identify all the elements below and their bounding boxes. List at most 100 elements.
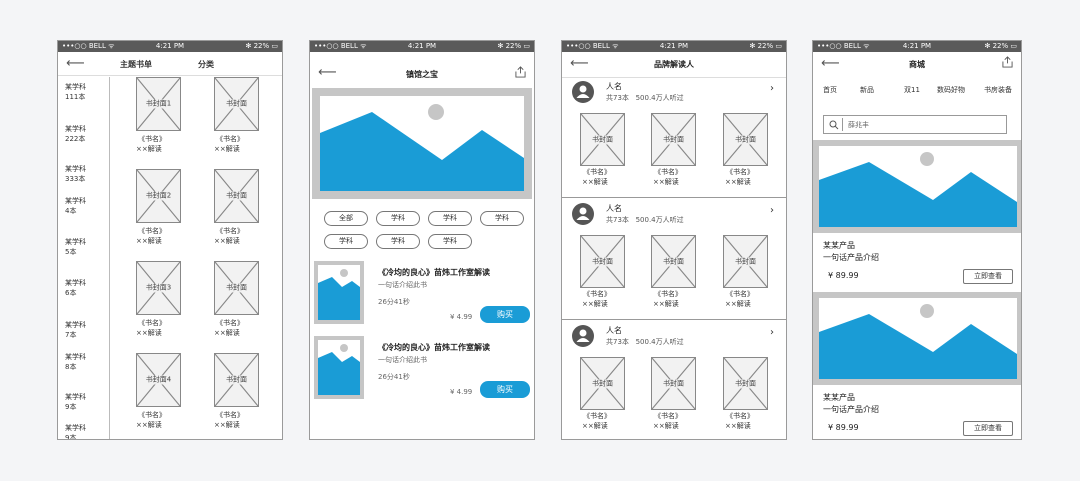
view-now-button[interactable]: 立即查看	[963, 269, 1013, 284]
product-thumbnail[interactable]	[314, 336, 364, 399]
screen-theme-booklist: •••○○ BELL ᯤ 4:21 PM ✻ 22% ▭ ⟵ 主题书单 分类 某…	[57, 40, 283, 440]
cover-label: 书封面	[652, 257, 695, 266]
filter-all[interactable]: 全部	[324, 211, 368, 226]
status-bar: •••○○ BELL ᯤ 4:21 PM ✻ 22% ▭	[310, 41, 534, 52]
subject-item[interactable]: 某学科 7本	[65, 320, 86, 340]
screen-brand-readers: •••○○ BELL ᯤ 4:21 PM ✻ 22% ▭ ⟵ 品牌解读人 人名共…	[561, 40, 787, 440]
subject-item[interactable]: 某学科 111本	[65, 82, 86, 102]
subject-count: 222本	[65, 135, 86, 143]
subject-count: 9本	[65, 434, 77, 440]
book-name: 《书名》	[654, 290, 682, 298]
book-name: 《书名》	[654, 412, 682, 420]
book-cover-placeholder[interactable]: 书封面	[723, 235, 768, 288]
subject-item[interactable]: 某学科 4本	[65, 196, 86, 216]
book-cover-placeholder[interactable]: 书封面	[214, 77, 259, 131]
book-cover-placeholder[interactable]: 书封面	[214, 353, 259, 407]
search-box[interactable]: 薛兆丰	[823, 115, 1007, 134]
buy-button[interactable]: 购买	[480, 306, 530, 323]
book-name: 《书名》	[216, 411, 244, 419]
subject-name: 某学科	[65, 393, 86, 401]
reader-name[interactable]: 人名	[606, 203, 622, 214]
product-image[interactable]	[813, 140, 1021, 233]
product-title[interactable]: 《冷均的良心》苗炜工作室解读	[378, 267, 490, 278]
chevron-right-icon[interactable]: ›	[770, 327, 774, 338]
book-cover-placeholder[interactable]: 书封面	[214, 169, 259, 223]
avatar-icon[interactable]	[572, 325, 594, 347]
book-name: 《书名》	[726, 168, 754, 176]
book-cover-placeholder[interactable]: 书封面	[723, 113, 768, 166]
subject-item[interactable]: 某学科 9本	[65, 423, 86, 440]
search-input[interactable]: 薛兆丰	[848, 120, 869, 130]
filter-subject[interactable]: 学科	[428, 211, 472, 226]
status-bar: •••○○ BELL ᯤ 4:21 PM ✻ 22% ▭	[58, 41, 282, 52]
book-cover-placeholder[interactable]: 书封面3	[136, 261, 181, 315]
tab-item[interactable]: 数码好物	[937, 85, 965, 95]
subject-name: 某学科	[65, 125, 86, 133]
page-title: 主题书单	[120, 60, 152, 69]
subject-count: 9本	[65, 403, 77, 411]
subject-name: 某学科	[65, 321, 86, 329]
book-cover-placeholder[interactable]: 书封面	[580, 113, 625, 166]
avatar-icon[interactable]	[572, 203, 594, 225]
subject-item[interactable]: 某学科 5本	[65, 237, 86, 257]
product-name[interactable]: 某某产品	[823, 240, 855, 251]
book-cover-placeholder[interactable]: 书封面2	[136, 169, 181, 223]
reader-name[interactable]: 人名	[606, 81, 622, 92]
book-cover-placeholder[interactable]: 书封面4	[136, 353, 181, 407]
tab-item[interactable]: 首页	[823, 85, 837, 95]
book-cover-placeholder[interactable]: 书封面	[651, 113, 696, 166]
subject-item[interactable]: 某学科 6本	[65, 278, 86, 298]
cover-label: 书封面	[581, 135, 624, 144]
filter-subject[interactable]: 学科	[480, 211, 524, 226]
product-title[interactable]: 《冷均的良心》苗炜工作室解读	[378, 342, 490, 353]
product-thumbnail[interactable]	[314, 261, 364, 324]
book-read-count: ××解读	[725, 422, 751, 430]
product-price: ¥ 89.99	[828, 423, 859, 432]
subject-count: 4本	[65, 207, 77, 215]
subject-name: 某学科	[65, 165, 86, 173]
reader-name[interactable]: 人名	[606, 325, 622, 336]
book-cover-placeholder[interactable]: 书封面1	[136, 77, 181, 131]
subject-count: 6本	[65, 289, 77, 297]
tab-category[interactable]: 分类	[198, 59, 214, 70]
book-cover-placeholder[interactable]: 书封面	[214, 261, 259, 315]
filter-subject[interactable]: 学科	[428, 234, 472, 249]
subject-item[interactable]: 某学科 333本	[65, 164, 86, 184]
reader-section: 人名 共73本 500.4万人听过 › 书封面 《书名》 ××解读 书封面 《书名》 ××解读 书…	[562, 77, 786, 198]
share-icon[interactable]	[515, 66, 526, 78]
product-name[interactable]: 某某产品	[823, 392, 855, 403]
filter-subject[interactable]: 学科	[376, 211, 420, 226]
buy-button[interactable]: 购买	[480, 381, 530, 398]
chevron-right-icon[interactable]: ›	[770, 83, 774, 94]
book-read-count: ××解读	[136, 329, 162, 337]
share-icon[interactable]	[1002, 56, 1013, 68]
book-cover-placeholder[interactable]: 书封面	[651, 235, 696, 288]
avatar-icon[interactable]	[572, 81, 594, 103]
book-read-count: ××解读	[136, 237, 162, 245]
product-image[interactable]	[813, 292, 1021, 385]
book-cover-placeholder[interactable]: 书封面	[723, 357, 768, 410]
tab-item[interactable]: 书房装备	[984, 85, 1012, 95]
search-icon	[829, 120, 839, 130]
book-cover-placeholder[interactable]: 书封面	[580, 235, 625, 288]
product-price: ¥ 89.99	[828, 271, 859, 280]
page-title: 商城	[909, 60, 925, 69]
back-arrow-icon[interactable]: ⟵	[66, 57, 85, 70]
subject-item[interactable]: 某学科 9本	[65, 392, 86, 412]
hero-banner-image	[312, 88, 532, 199]
book-cover-placeholder[interactable]: 书封面	[580, 357, 625, 410]
subject-item[interactable]: 某学科 8本	[65, 352, 86, 372]
subject-count: 111本	[65, 93, 86, 101]
book-read-count: ××解读	[582, 178, 608, 186]
subject-item[interactable]: 某学科 222本	[65, 124, 86, 144]
product-price: ¥ 4.99	[450, 388, 473, 396]
filter-subject[interactable]: 学科	[324, 234, 368, 249]
filter-subject[interactable]: 学科	[376, 234, 420, 249]
tab-item[interactable]: 双11	[904, 85, 920, 95]
category-tabs: 首页 新品 双11 数码好物 书房装备	[813, 85, 1021, 99]
product-desc: 一句话介绍此书	[378, 356, 427, 364]
tab-item[interactable]: 新品	[860, 85, 874, 95]
book-cover-placeholder[interactable]: 书封面	[651, 357, 696, 410]
chevron-right-icon[interactable]: ›	[770, 205, 774, 216]
view-now-button[interactable]: 立即查看	[963, 421, 1013, 436]
